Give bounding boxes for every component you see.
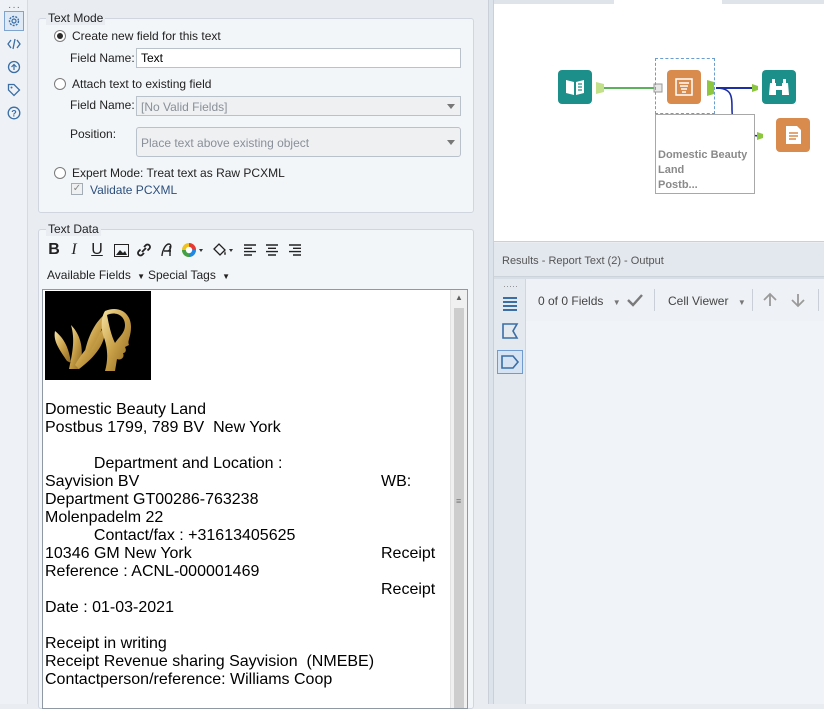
- available-fields-dropdown[interactable]: Available Fields ▼: [47, 268, 145, 282]
- report-text-tool-icon[interactable]: [667, 70, 701, 104]
- fields-count-dropdown[interactable]: 0 of 0 Fields ▼: [538, 294, 621, 308]
- configuration-panel: Text Mode Create new field for this text…: [28, 0, 488, 709]
- font-icon[interactable]: [158, 241, 176, 259]
- annotation-line: Domestic Beauty: [658, 149, 748, 161]
- gear-icon[interactable]: [4, 11, 24, 31]
- dropdown-caret-icon: ▼: [137, 272, 146, 281]
- editor-line: Domestic Beauty Land: [45, 401, 206, 418]
- italic-button[interactable]: I: [66, 241, 82, 259]
- tag-icon[interactable]: [4, 80, 24, 100]
- toolbar-separator: [752, 289, 753, 311]
- svg-text:?: ?: [11, 108, 17, 118]
- settings-rail: ··· ?: [0, 0, 28, 704]
- validate-pcxml-label: Validate PCXML: [90, 183, 178, 197]
- align-left-icon[interactable]: [242, 241, 258, 259]
- results-title: Results - Report Text (2) - Output: [502, 255, 664, 267]
- expert-mode-radio[interactable]: [54, 167, 66, 179]
- attach-existing-radio[interactable]: [54, 78, 66, 90]
- attach-field-name-label: Field Name:: [70, 98, 135, 112]
- wb-label: WB:: [381, 473, 412, 490]
- scroll-up-arrow-icon[interactable]: ▲: [455, 293, 463, 302]
- workflow-canvas[interactable]: Domestic Beauty Land Postb...: [494, 0, 824, 242]
- text-color-icon[interactable]: [180, 241, 206, 259]
- tag-view-icon[interactable]: [497, 350, 523, 374]
- attach-existing-label: Attach text to existing field: [72, 77, 212, 91]
- create-new-field-radio[interactable]: [54, 30, 66, 42]
- special-tags-label: Special Tags: [148, 268, 216, 282]
- position-label: Position:: [70, 127, 117, 141]
- editor-line: Sayvision BV: [45, 473, 140, 490]
- validate-pcxml-checkbox[interactable]: ✓: [71, 183, 83, 195]
- chevron-down-icon: [447, 140, 455, 145]
- report-output-tool-icon[interactable]: [776, 118, 810, 152]
- company-logo: [45, 291, 151, 380]
- editor-line: Receipt Revenue sharing Sayvision (NMEBE…: [45, 653, 375, 670]
- text-data-title: Text Data: [46, 222, 101, 236]
- link-icon[interactable]: [135, 241, 153, 259]
- cell-viewer-label: Cell Viewer: [668, 294, 729, 308]
- editor-line: Contact/fax : +31613405625: [45, 527, 296, 544]
- receipt-label: Receipt: [381, 545, 436, 562]
- grip-icon: ·····: [503, 281, 518, 291]
- table-view-icon[interactable]: [499, 293, 521, 315]
- align-center-icon[interactable]: [264, 241, 280, 259]
- report-text-editor[interactable]: Domestic Beauty Land Postbus 1799, 789 BV…: [42, 289, 468, 709]
- results-window: Results - Report Text (2) - Output ·····…: [494, 243, 824, 704]
- editor-line: Reference : ACNL-000001469: [45, 563, 260, 580]
- results-toolbar: 0 of 0 Fields ▼ Cell Viewer ▼: [526, 279, 824, 321]
- special-tags-dropdown[interactable]: Special Tags ▼: [148, 268, 230, 282]
- dropdown-caret-icon: ▼: [612, 298, 621, 307]
- results-header: Results - Report Text (2) - Output: [494, 243, 824, 277]
- workflow-icon[interactable]: [4, 57, 24, 77]
- highlight-fill-icon[interactable]: [210, 241, 236, 259]
- results-side-tabs: ·····: [494, 279, 526, 704]
- editor-line: Receipt in writing: [45, 635, 167, 652]
- checkmark-icon[interactable]: [626, 292, 644, 311]
- tool-annotation: Domestic Beauty Land Postb...: [655, 114, 755, 194]
- bold-button[interactable]: B: [46, 241, 62, 259]
- field-name-label: Field Name:: [70, 51, 135, 65]
- receipt-label: Receipt: [381, 581, 436, 598]
- toolbar-separator: [654, 289, 655, 311]
- cell-viewer-dropdown[interactable]: Cell Viewer ▼: [668, 294, 746, 308]
- help-icon[interactable]: ?: [4, 103, 24, 123]
- available-fields-label: Available Fields: [47, 268, 131, 282]
- position-select[interactable]: Place text above existing object: [136, 127, 461, 157]
- editor-line: Postbus 1799, 789 BV New York: [45, 419, 281, 436]
- text-mode-title: Text Mode: [46, 11, 106, 25]
- metadata-view-icon[interactable]: [499, 320, 521, 342]
- chevron-down-icon: [447, 104, 455, 109]
- input-tool-icon[interactable]: [558, 70, 592, 104]
- editor-line: Contactperson/reference: Williams Coop: [45, 671, 333, 688]
- editor-line: Molenpadelm 22: [45, 509, 164, 526]
- underline-button[interactable]: U: [89, 241, 105, 259]
- scrollbar-thumb[interactable]: [454, 308, 464, 708]
- editor-line: 10346 GM New York: [45, 545, 192, 562]
- results-grid: [526, 321, 824, 704]
- annotation-line: Land: [658, 164, 685, 176]
- arrow-up-icon[interactable]: [762, 292, 778, 311]
- editor-line: Department GT00286-763238: [45, 491, 259, 508]
- editor-line: Department and Location :: [45, 455, 283, 472]
- position-value: Place text above existing object: [141, 136, 310, 150]
- attach-field-value: [No Valid Fields]: [141, 100, 228, 114]
- vertical-scrollbar[interactable]: ▲ ≡: [450, 290, 467, 708]
- align-right-icon[interactable]: [287, 241, 303, 259]
- dropdown-caret-icon: ▼: [222, 272, 231, 281]
- fields-count-label: 0 of 0 Fields: [538, 294, 604, 308]
- dropdown-caret-icon: ▼: [737, 298, 746, 307]
- editor-line: Date : 01-03-2021: [45, 599, 174, 616]
- code-icon[interactable]: [4, 34, 24, 54]
- scroll-grip-icon: ≡: [456, 496, 462, 506]
- field-name-input[interactable]: [136, 48, 461, 68]
- annotation-line: Postb...: [658, 179, 698, 191]
- expert-mode-label: Expert Mode: Treat text as Raw PCXML: [72, 166, 285, 180]
- toolbar-separator: [818, 289, 819, 311]
- attach-field-select[interactable]: [No Valid Fields]: [136, 96, 461, 116]
- create-new-field-label: Create new field for this text: [72, 29, 221, 43]
- arrow-down-icon[interactable]: [790, 292, 806, 311]
- insert-image-icon[interactable]: [112, 241, 130, 259]
- browse-tool-icon[interactable]: [762, 70, 796, 104]
